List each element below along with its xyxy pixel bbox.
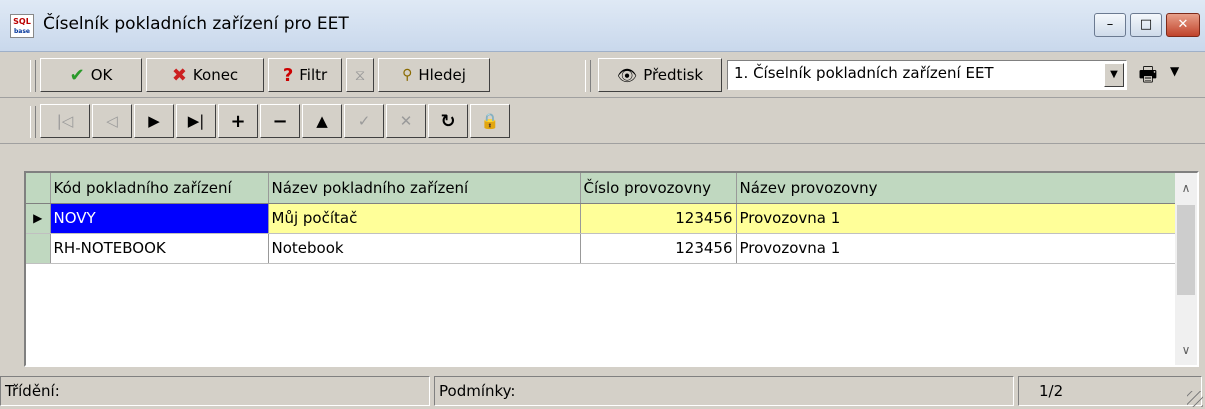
title-bar: SQL base Číselník pokladních zařízení pro…	[0, 0, 1205, 52]
printer-dropdown-icon[interactable]: ▼	[1170, 64, 1179, 78]
column-header-kod[interactable]: Kód pokladního zařízení	[50, 173, 269, 204]
status-bar: Třídění: Podmínky: 1/2	[0, 372, 1205, 409]
question-icon: ?	[282, 64, 294, 86]
cancel-icon: ✕	[399, 112, 413, 130]
nav-prev-button[interactable]: ◁	[92, 104, 132, 138]
indicator-header	[26, 173, 51, 204]
first-icon: |◁	[56, 112, 74, 130]
filter-clear-button[interactable]: ⧖	[346, 58, 374, 92]
row-pointer-icon: ▶	[26, 203, 51, 234]
refresh-icon: ↻	[440, 110, 456, 132]
ok-button[interactable]: ✔ OK	[40, 58, 142, 92]
toolbar-grip[interactable]	[585, 60, 591, 92]
plus-icon: +	[230, 110, 246, 132]
nav-cancel-button[interactable]: ✕	[386, 104, 426, 138]
last-icon: ▶|	[187, 112, 205, 130]
status-record-count: 1/2	[1018, 376, 1202, 406]
cell-kod[interactable]: RH-NOTEBOOK	[50, 233, 269, 264]
cell-provozovna[interactable]: Provozovna 1	[736, 233, 1176, 264]
navigator-toolbar: |◁ ◁ ▶ ▶| + − ▲ ✓ ✕ ↻ 🔒	[0, 98, 1205, 144]
window-title: Číselník pokladních zařízení pro EET	[43, 14, 349, 34]
filter-clear-icon: ⧖	[354, 66, 366, 84]
konec-button[interactable]: ✖ Konec	[146, 58, 264, 92]
nav-first-button[interactable]: |◁	[40, 104, 90, 138]
nav-refresh-button[interactable]: ↻	[428, 104, 468, 138]
minimize-button[interactable]: –	[1094, 13, 1126, 37]
predtisk-button[interactable]: 👁 Předtisk	[598, 58, 722, 92]
cell-nazev[interactable]: Notebook	[268, 233, 581, 264]
maximize-button[interactable]: □	[1130, 13, 1162, 37]
filtr-button[interactable]: ? Filtr	[268, 58, 342, 92]
nav-post-button[interactable]: ✓	[344, 104, 384, 138]
edit-triangle-icon: ▲	[316, 112, 328, 130]
close-x-icon: ✖	[171, 64, 187, 86]
row-indicator	[26, 233, 51, 264]
table-row[interactable]: ▶ NOVY Můj počítač 123456 Provozovna 1	[26, 203, 1176, 234]
prev-icon: ◁	[106, 112, 118, 130]
vertical-scrollbar[interactable]: ∧ ∨	[1175, 173, 1197, 365]
status-podminky: Podmínky:	[434, 376, 1014, 406]
column-header-provozovna[interactable]: Název provozovny	[736, 173, 1176, 204]
cell-cislo[interactable]: 123456	[580, 203, 737, 234]
nav-last-button[interactable]: ▶|	[176, 104, 216, 138]
minus-icon: −	[272, 110, 288, 132]
app-icon: SQL base	[10, 14, 34, 38]
toolbar-grip[interactable]	[30, 106, 36, 138]
nav-delete-button[interactable]: −	[260, 104, 300, 138]
column-header-nazev[interactable]: Název pokladního zařízení	[268, 173, 581, 204]
hledej-button[interactable]: ⚲ Hledej	[378, 58, 490, 92]
preview-icon: 👁	[616, 65, 638, 85]
close-button[interactable]: ✕	[1166, 13, 1200, 37]
table-row[interactable]: RH-NOTEBOOK Notebook 123456 Provozovna 1	[26, 233, 1176, 264]
status-trideni: Třídění:	[0, 376, 430, 406]
column-header-cislo[interactable]: Číslo provozovny	[580, 173, 737, 204]
grid-table: Kód pokladního zařízení Název pokladního…	[26, 173, 1176, 264]
scroll-up-icon[interactable]: ∧	[1175, 173, 1197, 203]
resize-grip-icon[interactable]	[1187, 391, 1203, 407]
search-icon: ⚲	[402, 67, 413, 83]
nav-lock-button[interactable]: 🔒	[470, 104, 510, 138]
scroll-down-icon[interactable]: ∨	[1175, 335, 1197, 365]
scroll-thumb[interactable]	[1177, 205, 1195, 295]
cell-provozovna[interactable]: Provozovna 1	[736, 203, 1176, 234]
nav-edit-button[interactable]: ▲	[302, 104, 342, 138]
printer-icon[interactable]: 🖶	[1133, 60, 1163, 90]
cell-nazev[interactable]: Můj počítač	[268, 203, 581, 234]
nav-add-button[interactable]: +	[218, 104, 258, 138]
cell-kod[interactable]: NOVY	[50, 203, 269, 234]
checkmark-icon: ✔	[69, 64, 85, 86]
nav-next-button[interactable]: ▶	[134, 104, 174, 138]
main-toolbar: ✔ OK ✖ Konec ? Filtr ⧖ ⚲ Hledej 👁 Předti…	[0, 52, 1205, 98]
lock-icon: 🔒	[480, 112, 500, 130]
cell-cislo[interactable]: 123456	[580, 233, 737, 264]
chevron-down-icon[interactable]: ▼	[1104, 63, 1124, 87]
grid-header-row: Kód pokladního zařízení Název pokladního…	[26, 173, 1176, 204]
data-grid[interactable]: Kód pokladního zařízení Název pokladního…	[24, 171, 1199, 367]
checkmark-icon: ✓	[357, 112, 371, 130]
toolbar-grip[interactable]	[30, 60, 36, 92]
report-select[interactable]: 1. Číselník pokladních zařízení EET ▼	[727, 60, 1127, 90]
next-icon: ▶	[148, 112, 160, 130]
